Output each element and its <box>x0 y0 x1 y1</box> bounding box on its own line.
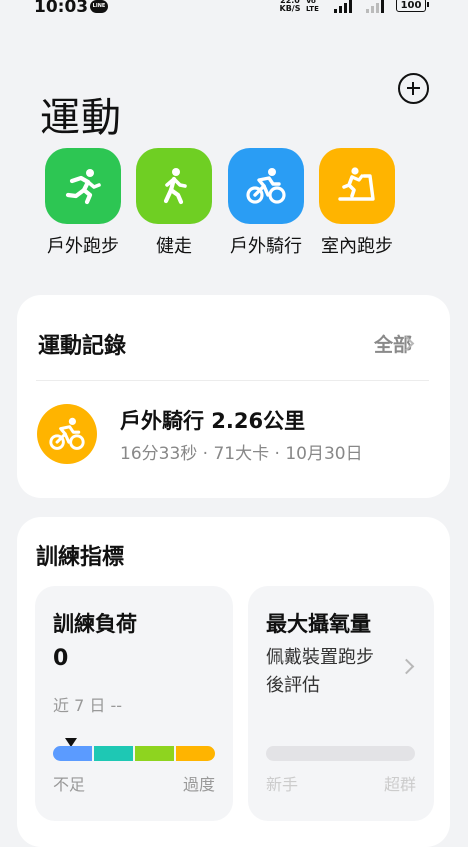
quick-label: 室內跑步 <box>321 236 393 257</box>
battery-icon: 100 <box>396 0 429 12</box>
quick-label: 戶外跑步 <box>47 236 119 257</box>
vo2max-panel[interactable]: 最大攝氧量 佩戴裝置跑步後評估 新手 超群 <box>248 586 434 821</box>
load-segment-high <box>135 746 174 761</box>
load-segment-low <box>53 746 92 761</box>
vo2max-title: 最大攝氧量 <box>266 612 371 636</box>
chevron-right-icon <box>398 658 415 675</box>
signal-icon-2 <box>366 0 386 13</box>
vo2max-scale-high: 超群 <box>383 775 416 794</box>
add-icon[interactable] <box>398 73 429 104</box>
quick-tile <box>319 148 395 224</box>
load-segment-optimal <box>94 746 133 761</box>
cycling-icon <box>49 417 85 450</box>
status-bar: 10:03 LINE 22.0 KB/S Vo LTE 100 <box>0 0 468 22</box>
records-card: 運動記錄 全部 戶外騎行 2.26公里 16分33秒 · 71大卡 · 10月3… <box>17 295 450 498</box>
record-subtitle: 16分33秒 · 71大卡 · 10月30日 <box>120 444 363 464</box>
quick-start-outdoor-cycle[interactable]: 戶外騎行 <box>224 146 304 266</box>
load-scale-high: 過度 <box>182 775 215 794</box>
walking-icon <box>163 168 187 205</box>
training-load-title: 訓練負荷 <box>53 612 137 636</box>
quick-tile <box>136 148 212 224</box>
load-scale-low: 不足 <box>53 775 86 794</box>
divider <box>36 380 429 381</box>
training-load-period: 近 7 日 -- <box>53 696 122 715</box>
quick-tile <box>45 148 121 224</box>
network-speed: 22.0 KB/S <box>279 0 301 13</box>
running-icon <box>65 169 101 205</box>
quick-start-treadmill[interactable]: 室內跑步 <box>315 146 395 266</box>
training-load-value: 0 <box>53 646 69 671</box>
quick-label: 健走 <box>156 236 192 257</box>
load-scale-bar <box>53 746 215 761</box>
page-title: 運動 <box>40 94 122 141</box>
records-title: 運動記錄 <box>38 334 127 359</box>
quick-tile <box>228 148 304 224</box>
training-title: 訓練指標 <box>36 545 125 570</box>
quick-start-walk[interactable]: 健走 <box>132 146 212 266</box>
status-time: 10:03 <box>34 0 89 17</box>
record-title: 戶外騎行 2.26公里 <box>120 409 306 433</box>
vo2max-description: 佩戴裝置跑步後評估 <box>266 647 374 696</box>
signal-icon <box>334 0 354 13</box>
quick-start-outdoor-run[interactable]: 戶外跑步 <box>41 146 121 266</box>
cycling-icon <box>246 168 286 204</box>
quick-label: 戶外騎行 <box>230 236 302 257</box>
treadmill-icon <box>338 167 375 201</box>
load-segment-over <box>176 746 215 761</box>
volte-badge: Vo LTE <box>306 0 319 13</box>
vo2max-scale-bar <box>266 746 415 761</box>
line-app-icon: LINE <box>90 0 108 13</box>
vo2max-scale-low: 新手 <box>266 775 299 794</box>
record-activity-badge <box>37 404 97 464</box>
training-load-panel[interactable]: 訓練負荷 0 近 7 日 -- 不足 過度 <box>35 586 233 821</box>
training-card: 訓練指標 訓練負荷 0 近 7 日 -- 不足 過度 最大攝氧量 佩戴裝置跑步後… <box>17 517 450 847</box>
